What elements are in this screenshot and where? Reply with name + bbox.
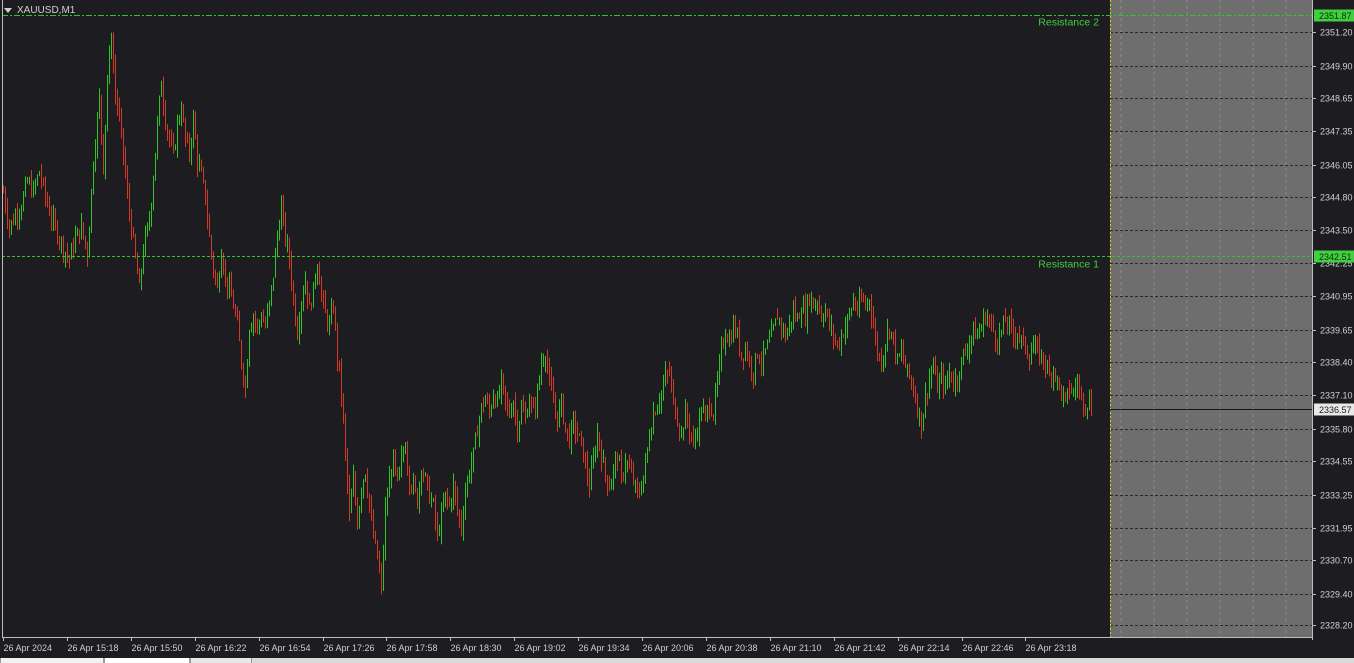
time-tick-label: 26 Apr 22:14 [899,643,950,653]
svg-text:2351.87: 2351.87 [1319,11,1352,21]
svg-text:2342.51: 2342.51 [1319,252,1352,262]
price-tick-label: 2347.35 [1320,127,1353,137]
time-tick-label: 26 Apr 2024 [4,643,53,653]
price-tick-label: 2329.40 [1320,590,1353,600]
price-tick-label: 2334.55 [1320,457,1353,467]
svg-text:2336.57: 2336.57 [1319,405,1352,415]
chart-tab-1[interactable] [0,658,104,663]
time-tick-label: 26 Apr 20:06 [643,643,694,653]
resistance2-price-tag: 2351.87 [1314,9,1354,22]
price-tick-label: 2340.95 [1320,292,1353,302]
price-tick-label: 2339.65 [1320,326,1353,336]
price-tick-label: 2335.80 [1320,425,1353,435]
time-tick-label: 26 Apr 21:42 [835,643,886,653]
resistance2-label: Resistance 2 [1038,17,1099,29]
future-zone-bg [1110,0,1312,638]
price-tick-label: 2338.40 [1320,358,1353,368]
price-tick-label: 2333.25 [1320,491,1353,501]
time-tick-label: 26 Apr 15:18 [68,643,119,653]
current-price-tag: 2336.57 [1314,403,1354,416]
time-tick-label: 26 Apr 18:30 [451,643,502,653]
time-tick-label: 26 Apr 23:18 [1026,643,1077,653]
price-tick-label: 2337.10 [1320,391,1353,401]
price-tick-label: 2344.80 [1320,193,1353,203]
price-tick-label: 2351.20 [1320,28,1353,38]
time-tick-label: 26 Apr 16:54 [260,643,311,653]
price-tick-label: 2349.90 [1320,62,1353,72]
chart-title[interactable]: XAUUSD,M1 [4,3,75,17]
time-tick-label: 26 Apr 17:58 [387,643,438,653]
time-tick-label: 26 Apr 16:22 [196,643,247,653]
bars-layer [3,32,1092,595]
time-tick-label: 26 Apr 21:10 [771,643,822,653]
symbol-title: XAUUSD,M1 [17,4,76,16]
time-tick-label: 26 Apr 17:26 [324,643,375,653]
price-tick-label: 2330.70 [1320,556,1353,566]
price-tick-label: 2331.95 [1320,524,1353,534]
chart-window[interactable]: Resistance 2 Resistance 1 2351.20 2349.90 2… [0,0,1354,663]
resistance1-label: Resistance 1 [1038,259,1099,271]
price-tick-label: 2343.50 [1320,226,1353,236]
price-tick-label: 2346.05 [1320,161,1353,171]
time-tick-label: 26 Apr 19:34 [579,643,630,653]
chart-tab-3[interactable] [190,658,252,663]
price-tick-label: 2348.65 [1320,94,1353,104]
menu-arrow-icon[interactable] [4,7,12,13]
time-tick-label: 26 Apr 15:50 [132,643,183,653]
resistance1-price-tag: 2342.51 [1314,250,1354,263]
time-tick-label: 26 Apr 20:38 [707,643,758,653]
time-tick-label: 26 Apr 19:02 [515,643,566,653]
chart-tab-2[interactable] [104,658,190,663]
price-chart[interactable]: Resistance 2 Resistance 1 2351.20 2349.90 2… [0,0,1354,663]
price-tick-label: 2328.20 [1320,621,1353,631]
time-tick-label: 26 Apr 22:46 [963,643,1014,653]
future-zone [1110,0,1312,638]
